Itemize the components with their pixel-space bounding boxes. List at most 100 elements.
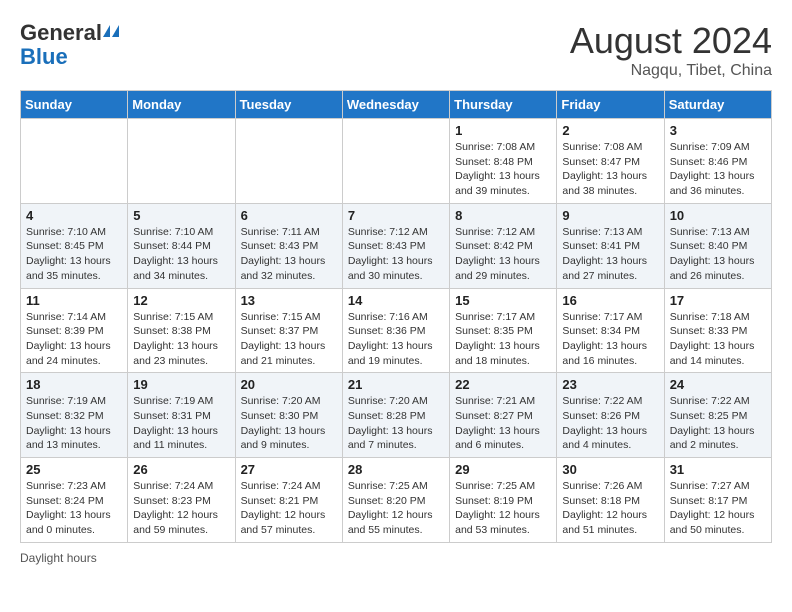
calendar-cell: 27 Sunrise: 7:24 AM Sunset: 8:21 PM Dayli… bbox=[235, 458, 342, 543]
calendar-cell: 11 Sunrise: 7:14 AM Sunset: 8:39 PM Dayli… bbox=[21, 288, 128, 373]
day-info: Sunrise: 7:16 AM Sunset: 8:36 PM Dayligh… bbox=[348, 310, 444, 369]
calendar-cell: 1 Sunrise: 7:08 AM Sunset: 8:48 PM Daylig… bbox=[450, 119, 557, 204]
day-info: Sunrise: 7:08 AM Sunset: 8:47 PM Dayligh… bbox=[562, 140, 658, 199]
day-info: Sunrise: 7:12 AM Sunset: 8:43 PM Dayligh… bbox=[348, 225, 444, 284]
day-number: 27 bbox=[241, 462, 337, 477]
day-number: 8 bbox=[455, 208, 551, 223]
calendar-day-header: Friday bbox=[557, 91, 664, 119]
calendar-cell bbox=[21, 119, 128, 204]
footer-note: Daylight hours bbox=[20, 551, 772, 565]
calendar-cell: 13 Sunrise: 7:15 AM Sunset: 8:37 PM Dayli… bbox=[235, 288, 342, 373]
day-number: 21 bbox=[348, 377, 444, 392]
calendar-week-row: 25 Sunrise: 7:23 AM Sunset: 8:24 PM Dayli… bbox=[21, 458, 772, 543]
day-number: 14 bbox=[348, 293, 444, 308]
day-info: Sunrise: 7:19 AM Sunset: 8:31 PM Dayligh… bbox=[133, 394, 229, 453]
day-number: 28 bbox=[348, 462, 444, 477]
day-info: Sunrise: 7:20 AM Sunset: 8:28 PM Dayligh… bbox=[348, 394, 444, 453]
day-info: Sunrise: 7:15 AM Sunset: 8:37 PM Dayligh… bbox=[241, 310, 337, 369]
calendar-cell: 20 Sunrise: 7:20 AM Sunset: 8:30 PM Dayli… bbox=[235, 373, 342, 458]
calendar-cell: 30Sunrise: 7:26 AM Sunset: 8:18 PM Dayli… bbox=[557, 458, 664, 543]
calendar-day-header: Sunday bbox=[21, 91, 128, 119]
day-number: 25 bbox=[26, 462, 122, 477]
day-number: 23 bbox=[562, 377, 658, 392]
day-number: 2 bbox=[562, 123, 658, 138]
day-number: 17 bbox=[670, 293, 766, 308]
day-info: Sunrise: 7:23 AM Sunset: 8:24 PM Dayligh… bbox=[26, 479, 122, 538]
calendar-cell: 10Sunrise: 7:13 AM Sunset: 8:40 PM Dayli… bbox=[664, 203, 771, 288]
calendar-cell bbox=[128, 119, 235, 204]
day-info: Sunrise: 7:17 AM Sunset: 8:34 PM Dayligh… bbox=[562, 310, 658, 369]
day-number: 29 bbox=[455, 462, 551, 477]
day-number: 12 bbox=[133, 293, 229, 308]
location-subtitle: Nagqu, Tibet, China bbox=[570, 62, 772, 80]
logo-general-text: General bbox=[20, 20, 102, 46]
calendar-week-row: 4 Sunrise: 7:10 AM Sunset: 8:45 PM Daylig… bbox=[21, 203, 772, 288]
calendar-day-header: Tuesday bbox=[235, 91, 342, 119]
day-number: 19 bbox=[133, 377, 229, 392]
calendar-cell: 23Sunrise: 7:22 AM Sunset: 8:26 PM Dayli… bbox=[557, 373, 664, 458]
calendar-cell: 14 Sunrise: 7:16 AM Sunset: 8:36 PM Dayli… bbox=[342, 288, 449, 373]
day-info: Sunrise: 7:24 AM Sunset: 8:21 PM Dayligh… bbox=[241, 479, 337, 538]
calendar-cell: 29 Sunrise: 7:25 AM Sunset: 8:19 PM Dayli… bbox=[450, 458, 557, 543]
day-number: 20 bbox=[241, 377, 337, 392]
day-info: Sunrise: 7:11 AM Sunset: 8:43 PM Dayligh… bbox=[241, 225, 337, 284]
day-number: 30 bbox=[562, 462, 658, 477]
day-info: Sunrise: 7:13 AM Sunset: 8:40 PM Dayligh… bbox=[670, 225, 766, 284]
day-number: 3 bbox=[670, 123, 766, 138]
logo-blue-text: Blue bbox=[20, 46, 68, 68]
day-info: Sunrise: 7:13 AM Sunset: 8:41 PM Dayligh… bbox=[562, 225, 658, 284]
day-info: Sunrise: 7:10 AM Sunset: 8:45 PM Dayligh… bbox=[26, 225, 122, 284]
day-number: 5 bbox=[133, 208, 229, 223]
day-number: 24 bbox=[670, 377, 766, 392]
calendar-cell: 17 Sunrise: 7:18 AM Sunset: 8:33 PM Dayli… bbox=[664, 288, 771, 373]
day-number: 6 bbox=[241, 208, 337, 223]
day-number: 31 bbox=[670, 462, 766, 477]
calendar-cell: 8 Sunrise: 7:12 AM Sunset: 8:42 PM Daylig… bbox=[450, 203, 557, 288]
calendar-cell: 2 Sunrise: 7:08 AM Sunset: 8:47 PM Daylig… bbox=[557, 119, 664, 204]
day-info: Sunrise: 7:09 AM Sunset: 8:46 PM Dayligh… bbox=[670, 140, 766, 199]
page-header: General Blue August 2024 Nagqu, Tibet, C… bbox=[20, 20, 772, 80]
day-info: Sunrise: 7:12 AM Sunset: 8:42 PM Dayligh… bbox=[455, 225, 551, 284]
calendar-week-row: 1 Sunrise: 7:08 AM Sunset: 8:48 PM Daylig… bbox=[21, 119, 772, 204]
calendar-day-header: Wednesday bbox=[342, 91, 449, 119]
calendar-cell bbox=[342, 119, 449, 204]
calendar-day-header: Monday bbox=[128, 91, 235, 119]
day-info: Sunrise: 7:25 AM Sunset: 8:20 PM Dayligh… bbox=[348, 479, 444, 538]
calendar-cell: 24 Sunrise: 7:22 AM Sunset: 8:25 PM Dayli… bbox=[664, 373, 771, 458]
calendar-cell: 5Sunrise: 7:10 AM Sunset: 8:44 PM Daylig… bbox=[128, 203, 235, 288]
calendar-cell: 31 Sunrise: 7:27 AM Sunset: 8:17 PM Dayli… bbox=[664, 458, 771, 543]
day-number: 16 bbox=[562, 293, 658, 308]
day-number: 4 bbox=[26, 208, 122, 223]
day-number: 9 bbox=[562, 208, 658, 223]
day-info: Sunrise: 7:22 AM Sunset: 8:25 PM Dayligh… bbox=[670, 394, 766, 453]
day-info: Sunrise: 7:18 AM Sunset: 8:33 PM Dayligh… bbox=[670, 310, 766, 369]
day-info: Sunrise: 7:14 AM Sunset: 8:39 PM Dayligh… bbox=[26, 310, 122, 369]
day-number: 13 bbox=[241, 293, 337, 308]
day-info: Sunrise: 7:08 AM Sunset: 8:48 PM Dayligh… bbox=[455, 140, 551, 199]
day-number: 1 bbox=[455, 123, 551, 138]
calendar-cell: 3 Sunrise: 7:09 AM Sunset: 8:46 PM Daylig… bbox=[664, 119, 771, 204]
month-year-title: August 2024 bbox=[570, 20, 772, 62]
day-info: Sunrise: 7:21 AM Sunset: 8:27 PM Dayligh… bbox=[455, 394, 551, 453]
calendar-header-row: SundayMondayTuesdayWednesdayThursdayFrid… bbox=[21, 91, 772, 119]
day-info: Sunrise: 7:25 AM Sunset: 8:19 PM Dayligh… bbox=[455, 479, 551, 538]
day-number: 18 bbox=[26, 377, 122, 392]
logo: General Blue bbox=[20, 20, 119, 68]
day-number: 26 bbox=[133, 462, 229, 477]
calendar-week-row: 11 Sunrise: 7:14 AM Sunset: 8:39 PM Dayli… bbox=[21, 288, 772, 373]
day-number: 7 bbox=[348, 208, 444, 223]
calendar-cell: 25 Sunrise: 7:23 AM Sunset: 8:24 PM Dayli… bbox=[21, 458, 128, 543]
logo-arrow-icon2 bbox=[112, 25, 119, 37]
logo-arrow-icon bbox=[103, 25, 110, 37]
calendar-cell: 28 Sunrise: 7:25 AM Sunset: 8:20 PM Dayli… bbox=[342, 458, 449, 543]
calendar-cell: 21 Sunrise: 7:20 AM Sunset: 8:28 PM Dayli… bbox=[342, 373, 449, 458]
day-info: Sunrise: 7:20 AM Sunset: 8:30 PM Dayligh… bbox=[241, 394, 337, 453]
day-info: Sunrise: 7:15 AM Sunset: 8:38 PM Dayligh… bbox=[133, 310, 229, 369]
day-info: Sunrise: 7:17 AM Sunset: 8:35 PM Dayligh… bbox=[455, 310, 551, 369]
day-number: 11 bbox=[26, 293, 122, 308]
day-info: Sunrise: 7:27 AM Sunset: 8:17 PM Dayligh… bbox=[670, 479, 766, 538]
calendar-day-header: Saturday bbox=[664, 91, 771, 119]
calendar-cell: 18Sunrise: 7:19 AM Sunset: 8:32 PM Dayli… bbox=[21, 373, 128, 458]
day-number: 15 bbox=[455, 293, 551, 308]
calendar-cell: 16 Sunrise: 7:17 AM Sunset: 8:34 PM Dayli… bbox=[557, 288, 664, 373]
